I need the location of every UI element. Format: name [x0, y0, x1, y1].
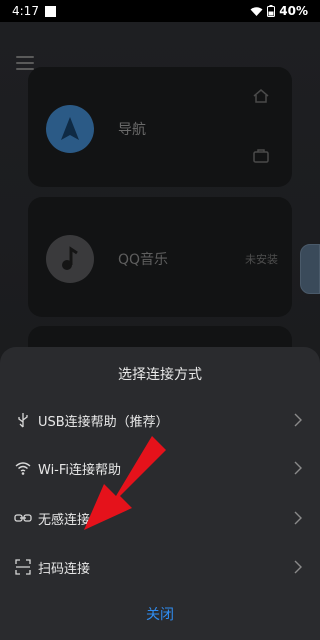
- notification-icon: [44, 5, 56, 17]
- status-time: 4:17: [12, 4, 39, 18]
- work-bag-icon[interactable]: [252, 147, 270, 165]
- chevron-right-icon: [294, 413, 302, 427]
- qq-music-card[interactable]: QQ音乐 未安装: [28, 197, 292, 317]
- navigation-card[interactable]: 导航: [28, 67, 292, 187]
- wifi-icon: [15, 462, 31, 475]
- music-app-icon: [46, 235, 94, 283]
- navigation-title: 导航: [118, 122, 146, 138]
- usb-icon: [18, 413, 28, 428]
- wifi-status-icon: [250, 6, 263, 16]
- home-icon[interactable]: [252, 87, 270, 105]
- status-bar: 4:17 40%: [0, 0, 320, 22]
- chevron-right-icon: [294, 511, 302, 525]
- option-label: USB连接帮助（推荐）: [38, 414, 169, 430]
- option-label: 扫码连接: [38, 561, 91, 577]
- close-button[interactable]: 关闭: [0, 604, 320, 624]
- scan-icon: [15, 559, 31, 575]
- link-icon: [14, 514, 32, 522]
- scan-connection-option[interactable]: 扫码连接: [0, 547, 320, 587]
- side-pull-tab[interactable]: [300, 244, 320, 294]
- sheet-title: 选择连接方式: [118, 367, 202, 383]
- battery-level: 40%: [279, 4, 308, 18]
- chevron-right-icon: [294, 560, 302, 574]
- navigation-app-icon: [46, 105, 94, 153]
- music-install-status: 未安装: [245, 253, 278, 266]
- battery-icon: [267, 5, 276, 17]
- menu-icon[interactable]: [16, 56, 34, 70]
- chevron-right-icon: [294, 461, 302, 475]
- music-title: QQ音乐: [118, 252, 169, 268]
- red-arrow-annotation-icon: [84, 436, 166, 530]
